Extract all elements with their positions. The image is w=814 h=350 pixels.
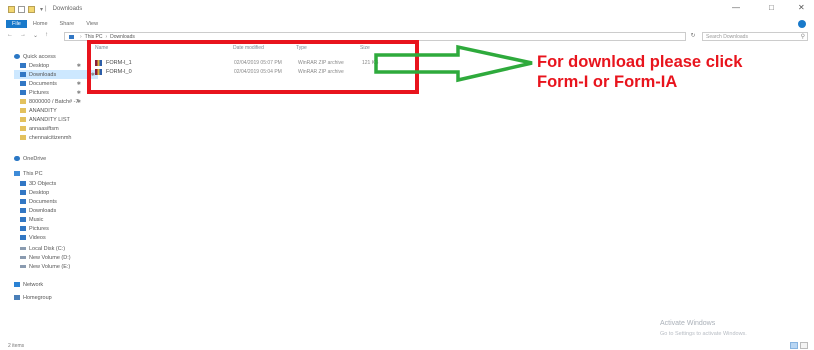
- nav-item-annaasiftsm[interactable]: annaasiftsm: [20, 124, 59, 133]
- arrow-right-icon: [374, 44, 533, 83]
- folder-blue-icon: [20, 63, 26, 68]
- pin-icon: ✱: [76, 98, 81, 105]
- activation-watermark-subtitle: Go to Settings to activate Windows.: [660, 331, 747, 337]
- tab-share[interactable]: Share: [54, 20, 81, 28]
- video-icon: [20, 235, 26, 240]
- tab-home[interactable]: Home: [27, 20, 54, 28]
- nav-homegroup[interactable]: Homegroup: [14, 293, 52, 302]
- new-folder-icon[interactable]: [28, 5, 35, 13]
- recent-locations-button[interactable]: ⌄: [33, 32, 38, 39]
- nav-item-pc-desktop[interactable]: Desktop: [20, 188, 49, 197]
- drive-icon: [20, 247, 26, 250]
- minimize-button[interactable]: —: [732, 4, 740, 12]
- customize-toolbar-icon[interactable]: ▾: [40, 6, 43, 13]
- nav-item-anandity[interactable]: ANANDITY: [20, 106, 57, 115]
- nav-item-documents[interactable]: Documents ✱: [20, 79, 84, 88]
- pin-icon: ✱: [76, 62, 81, 69]
- documents-icon: [20, 199, 26, 204]
- back-button[interactable]: ←: [7, 32, 13, 39]
- nav-item-new-volume-e[interactable]: New Volume (E:): [20, 262, 70, 271]
- search-placeholder: Search Downloads: [706, 34, 748, 40]
- nav-network[interactable]: Network: [14, 280, 43, 289]
- search-icon: ⚲: [800, 34, 805, 40]
- pin-icon: ✱: [76, 89, 81, 96]
- nav-item-pc-documents[interactable]: Documents: [20, 197, 57, 206]
- documents-icon: [20, 81, 26, 86]
- nav-item-chennaicitizen[interactable]: chennaicitizenmh: [20, 133, 72, 142]
- help-icon[interactable]: [798, 20, 806, 28]
- chevron-right-icon: ›: [80, 33, 82, 40]
- star-icon: [14, 54, 20, 59]
- computer-icon: [14, 171, 20, 176]
- nav-onedrive[interactable]: OneDrive: [14, 154, 46, 163]
- folder-path-icon: [69, 34, 74, 39]
- activation-watermark-title: Activate Windows: [660, 320, 716, 327]
- details-view-icon[interactable]: [790, 342, 798, 349]
- breadcrumb-downloads[interactable]: Downloads: [110, 34, 135, 40]
- nav-item-batch-folder[interactable]: 8000000 / Batch# -7 ✱: [20, 97, 84, 106]
- folder-icon: [20, 126, 26, 131]
- homegroup-icon: [14, 295, 20, 300]
- nav-item-pc-downloads[interactable]: Downloads: [20, 206, 56, 215]
- breadcrumb-this-pc[interactable]: This PC: [85, 34, 103, 40]
- folder-icon: [20, 117, 26, 122]
- nav-item-pictures[interactable]: Pictures ✱: [20, 88, 84, 97]
- nav-item-videos[interactable]: Videos: [20, 233, 46, 242]
- nav-quick-access[interactable]: Quick access: [14, 52, 56, 61]
- search-input[interactable]: Search Downloads ⚲: [702, 32, 808, 41]
- download-icon: [20, 72, 26, 77]
- navigation-pane: Quick access Desktop ✱ Downloads ✱ Docum…: [0, 46, 98, 336]
- title-separator: |: [45, 6, 47, 12]
- nav-item-desktop[interactable]: Desktop ✱: [20, 61, 84, 70]
- nav-this-pc[interactable]: This PC: [14, 169, 43, 178]
- music-icon: [20, 217, 26, 222]
- cube-icon: [20, 181, 26, 186]
- item-count: 2 items: [8, 343, 25, 349]
- nav-item-anandity-list[interactable]: ANANDITY LIST: [20, 115, 70, 124]
- download-instruction: For download please click Form-I or Form…: [537, 53, 743, 91]
- nav-item-new-volume-d[interactable]: New Volume (D:): [20, 253, 71, 262]
- refresh-button[interactable]: ↻: [688, 32, 698, 41]
- cloud-icon: [14, 156, 20, 161]
- folder-icon: [20, 108, 26, 113]
- drive-icon: [20, 256, 26, 259]
- folder-icon: [20, 135, 26, 140]
- highlight-box: [87, 40, 419, 94]
- folder-icon: [20, 99, 26, 104]
- ribbon-tabs: File Home Share View: [0, 18, 814, 29]
- download-icon: [20, 208, 26, 213]
- nav-item-pc-pictures[interactable]: Pictures: [20, 224, 49, 233]
- nav-item-downloads[interactable]: Downloads ✱: [14, 70, 98, 79]
- nav-item-local-disk-c[interactable]: Local Disk (C:): [20, 244, 65, 253]
- navigation-buttons: ← → ⌄ ↑: [7, 32, 48, 39]
- pictures-icon: [20, 90, 26, 95]
- quick-access-toolbar: ▾: [8, 5, 43, 13]
- close-button[interactable]: ✕: [798, 4, 805, 12]
- tab-view[interactable]: View: [80, 20, 104, 28]
- tab-file[interactable]: File: [6, 19, 27, 28]
- drive-icon: [20, 265, 26, 268]
- maximize-button[interactable]: □: [769, 4, 774, 12]
- title-bar: ▾ | Downloads: [0, 0, 814, 18]
- large-icons-view-icon[interactable]: [800, 342, 808, 349]
- up-button[interactable]: ↑: [45, 32, 48, 39]
- pictures-icon: [20, 226, 26, 231]
- window-title: Downloads: [52, 6, 83, 12]
- forward-button[interactable]: →: [20, 32, 26, 39]
- nav-item-3d-objects[interactable]: 3D Objects: [20, 179, 56, 188]
- network-icon: [14, 282, 20, 287]
- folder-icon: [8, 5, 15, 13]
- chevron-right-icon: ›: [105, 33, 108, 40]
- status-bar: 2 items: [0, 340, 814, 350]
- nav-item-music[interactable]: Music: [20, 215, 43, 224]
- properties-icon[interactable]: [18, 5, 25, 13]
- folder-blue-icon: [20, 190, 26, 195]
- pin-icon: ✱: [76, 80, 81, 87]
